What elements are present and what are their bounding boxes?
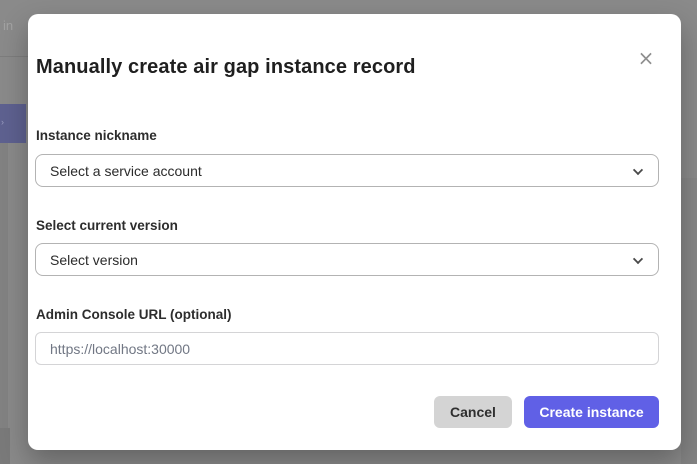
instance-nickname-label: Instance nickname bbox=[36, 128, 157, 143]
create-air-gap-instance-dialog: Manually create air gap instance record … bbox=[28, 14, 681, 450]
background-right-band bbox=[681, 300, 697, 464]
current-version-label: Select current version bbox=[36, 218, 178, 233]
admin-console-url-label: Admin Console URL (optional) bbox=[36, 307, 232, 322]
cancel-button[interactable]: Cancel bbox=[434, 396, 512, 428]
current-version-select-value: Select version bbox=[50, 252, 138, 268]
background-left-strip bbox=[0, 143, 8, 464]
current-version-select[interactable]: Select version bbox=[35, 243, 659, 276]
screen: in › Manually create air gap instance re… bbox=[0, 0, 697, 464]
background-divider bbox=[0, 56, 28, 57]
chevron-fragment-icon: › bbox=[1, 118, 4, 127]
dialog-title: Manually create air gap instance record bbox=[36, 56, 416, 79]
background-partial-text: in bbox=[3, 18, 13, 33]
chevron-down-icon bbox=[633, 254, 643, 264]
background-right-band bbox=[681, 178, 697, 300]
instance-nickname-select-value: Select a service account bbox=[50, 163, 202, 179]
background-selected-row-fragment: › bbox=[0, 104, 26, 143]
close-icon[interactable]: × bbox=[633, 45, 659, 71]
background-left-bottom-fragment bbox=[0, 428, 10, 464]
instance-nickname-select[interactable]: Select a service account bbox=[35, 154, 659, 187]
admin-console-url-input[interactable] bbox=[35, 332, 659, 365]
create-instance-button[interactable]: Create instance bbox=[524, 396, 659, 428]
chevron-down-icon bbox=[633, 165, 643, 175]
